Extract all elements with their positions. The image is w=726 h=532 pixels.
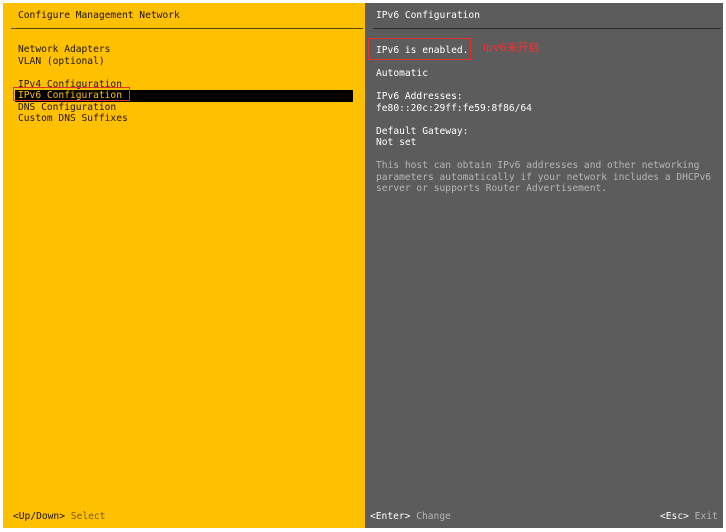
ipv6-status: IPv6 is enabled. xyxy=(376,45,469,56)
config-menu: Network Adapters VLAN (optional) IPv4 Co… xyxy=(3,44,365,125)
menu-item-dns-configuration[interactable]: DNS Configuration xyxy=(3,102,365,114)
menu-spacer xyxy=(3,67,365,79)
details-pane-title: IPv6 Configuration xyxy=(376,10,480,21)
details-pane-divider xyxy=(373,28,721,29)
menu-footer-hint: <Up/Down> Select xyxy=(13,511,105,523)
ipv6-help-text-line-1: This host can obtain IPv6 addresses and … xyxy=(376,160,700,171)
menu-pane-title: Configure Management Network xyxy=(18,10,180,21)
default-gateway-value: Not set xyxy=(376,137,417,148)
details-footer-exit-hint: <Esc> Exit xyxy=(660,511,718,523)
menu-item-ipv4-configuration[interactable]: IPv4 Configuration xyxy=(3,79,365,91)
menu-pane: Configure Management Network Network Ada… xyxy=(3,3,365,528)
default-gateway-label: Default Gateway: xyxy=(376,125,469,137)
footer-key-up-down: <Up/Down> xyxy=(13,511,65,522)
footer-action-select: Select xyxy=(70,511,106,522)
dcui-screen: Configure Management Network Network Ada… xyxy=(0,0,726,532)
ipv6-address-value: fe80::20c:29ff:fe59:8f86/64 xyxy=(376,102,532,114)
ipv6-mode: Automatic xyxy=(376,68,428,79)
menu-item-custom-dns-suffixes[interactable]: Custom DNS Suffixes xyxy=(3,113,365,125)
menu-item-vlan[interactable]: VLAN (optional) xyxy=(3,56,365,68)
menu-item-ipv6-configuration[interactable]: IPv6 Configuration xyxy=(15,90,353,102)
ipv6-addresses-label: IPv6 Addresses: xyxy=(376,91,463,102)
footer-action-exit: Exit xyxy=(694,511,718,522)
footer-key-enter: <Enter> xyxy=(370,511,411,522)
details-pane: IPv6 Configuration IPv6 is enabled. Auto… xyxy=(365,3,723,528)
menu-item-network-adapters[interactable]: Network Adapters xyxy=(3,44,365,56)
footer-key-esc: <Esc> xyxy=(660,511,689,522)
ipv6-help-text-line-3: server or supports Router Advertisement. xyxy=(376,183,608,194)
ipv6-details: IPv6 is enabled. Automatic IPv6 Addresse… xyxy=(376,45,716,195)
details-footer-change-hint: <Enter> Change xyxy=(370,511,451,523)
footer-action-change: Change xyxy=(416,511,451,522)
menu-pane-divider xyxy=(11,28,363,29)
annotation-text: ipv6未开启 xyxy=(483,41,540,54)
ipv6-help-text-line-2: parameters automatically if your network… xyxy=(376,171,712,183)
